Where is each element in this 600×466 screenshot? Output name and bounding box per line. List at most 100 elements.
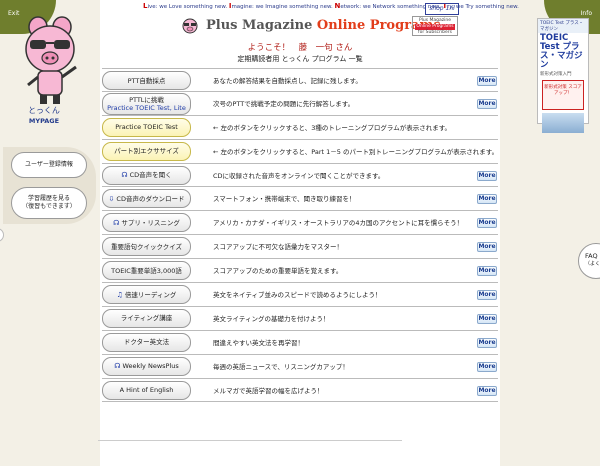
faq-button[interactable]: FAQ （よくある xyxy=(578,243,600,279)
page-subtitle: 定期購読者用 とっくん プログラム 一覧 xyxy=(237,55,363,63)
program-button-line: ☊ CD音声を聞く xyxy=(121,171,171,179)
headphones-icon: ☊ xyxy=(114,362,121,371)
more-button[interactable]: More xyxy=(477,266,497,277)
program-button-line: ドクター英文法 xyxy=(124,338,169,346)
more-button[interactable]: More xyxy=(477,313,497,324)
more-button[interactable]: More xyxy=(477,337,497,348)
shop-label: shop 1nl xyxy=(429,5,455,12)
program-label: ライティング講座 xyxy=(120,314,173,323)
more-button[interactable]: More xyxy=(477,194,497,205)
program-button[interactable]: ☊ Weekly NewsPlus xyxy=(102,356,191,376)
program-button[interactable]: PTT自動採点 xyxy=(102,71,191,90)
more-button[interactable]: More xyxy=(477,170,497,181)
study-history-label: 学習履歴を見る xyxy=(27,195,70,202)
title-plain: Plus Magazine xyxy=(206,18,317,33)
user-info-button[interactable]: ユーザー登録情報 xyxy=(11,152,87,178)
headphones-icon: ☊ xyxy=(113,218,120,227)
user-info-label: ユーザー登録情報 xyxy=(25,161,73,168)
program-row: ドクター英文法 間違えやすい英文法を再学習！ More xyxy=(102,331,498,355)
info-label: Info xyxy=(580,10,592,17)
program-button-line: ☊ サプリ・リスニング xyxy=(113,219,180,227)
program-label: CD音声を聞く xyxy=(129,171,172,180)
program-row: ライティング講座 英文ライティングの基礎力を付けよう！ More xyxy=(102,307,498,331)
download-icon: ⇩ xyxy=(108,194,115,203)
faq-label: FAQ xyxy=(585,252,598,260)
program-button[interactable]: TOEIC重要単語3,000語 xyxy=(102,261,191,281)
program-description: 間違えやすい英文法を再学習！ xyxy=(213,338,304,347)
program-label: サプリ・リスニング xyxy=(121,218,180,227)
program-description: 英文をネイティブ並みのスピードで読めるようにしよう！ xyxy=(213,291,382,300)
program-label: 重要語句クイッククイズ xyxy=(110,242,183,251)
magazine-cover[interactable]: TOEIC Test プラス・マガジン TOEIC Test プラス・マガジン … xyxy=(537,18,589,133)
program-description: スコアアップに不可欠な語彙力をマスター！ xyxy=(213,243,343,252)
program-description: 次号のPTTで挑戦予定の問題に先行解答します。 xyxy=(213,99,355,108)
program-label: PTTLに挑戦 xyxy=(129,95,164,104)
program-button[interactable]: ⇩ CD音声のダウンロード xyxy=(102,189,191,209)
program-label: 倍速リーディング xyxy=(124,290,177,299)
study-history-button[interactable]: 学習履歴を見る （復習もできます） xyxy=(11,187,87,219)
program-button-line: TOEIC重要単語3,000語 xyxy=(111,267,182,275)
program-label: A Hint of English xyxy=(119,386,174,395)
program-description: スコアアップのための重要単語を覚えます。 xyxy=(213,267,343,276)
program-button[interactable]: ☊ サプリ・リスニング xyxy=(102,213,191,233)
program-label: ドクター英文法 xyxy=(123,338,170,347)
program-button[interactable]: ドクター英文法 xyxy=(102,332,191,352)
page-title: Plus Magazine Online Programs xyxy=(206,18,441,33)
program-description: アメリカ・カナダ・イギリス・オーストラリアの4カ国のアクセントに耳を慣らそう！ xyxy=(213,219,464,228)
program-label: TOEIC重要単語3,000語 xyxy=(111,266,182,275)
program-description: 毎週の英語ニュースで、リスニングカアップ！ xyxy=(213,362,349,371)
mascot-pig-icon xyxy=(25,16,77,104)
badge-line3: for Subscribers xyxy=(418,30,452,35)
magazine-subtitle: 新形式対策入門 xyxy=(540,72,572,77)
welcome-message: ようこそ！ 藤 一句 さん xyxy=(247,43,353,53)
program-description: ← 左のボタンをクリックすると、Part 1－5 のパート別トレーニングプログラ… xyxy=(213,147,499,156)
more-button[interactable]: More xyxy=(477,385,497,396)
more-button[interactable]: More xyxy=(477,218,497,229)
program-button-line: 重要語句クイッククイズ xyxy=(111,243,182,251)
program-button[interactable]: パート別エクササイズ xyxy=(102,141,191,161)
program-button-line: PTTLに挑戦 xyxy=(129,96,164,104)
more-button[interactable]: More xyxy=(477,242,497,253)
faq-sublabel: （よくある xyxy=(585,261,600,267)
program-button-line: パート別エクササイズ xyxy=(114,147,179,155)
more-button[interactable]: More xyxy=(477,361,497,372)
subscriber-badge: Plus Magazine Online Programs for Subscr… xyxy=(412,16,458,36)
shop-link[interactable]: shop 1nl xyxy=(425,3,459,15)
program-sublabel: Practice TOEIC Test, Lite xyxy=(107,103,186,112)
tagline: Live: we Love something new. Imagine: we… xyxy=(143,2,519,10)
more-button[interactable]: More xyxy=(477,290,497,301)
program-button[interactable]: A Hint of English xyxy=(102,380,191,400)
program-button-line: ♫ 倍速リーディング xyxy=(117,291,177,299)
magazine-highlight: 新形式対策 スコアアップ！ xyxy=(542,80,584,110)
program-button[interactable]: ♫ 倍速リーディング xyxy=(102,285,191,305)
more-button[interactable]: More xyxy=(477,76,497,86)
headphones-icon: ☊ xyxy=(121,171,128,180)
program-row: パート別エクササイズ ← 左のボタンをクリックすると、Part 1－5 のパート別… xyxy=(102,140,498,164)
study-history-sublabel: （復習もできます） xyxy=(22,203,76,210)
program-button[interactable]: PTTLに挑戦 Practice TOEIC Test, Lite xyxy=(102,92,191,115)
program-description: 英文ライティングの基礎力を付けよう！ xyxy=(213,314,330,323)
mascot-name: とっくん MYPAGE xyxy=(20,106,68,126)
program-button[interactable]: ☊ CD音声を聞く xyxy=(102,165,191,185)
main-content: Live: we Love something new. Imagine: we… xyxy=(100,0,519,466)
program-button[interactable]: ライティング講座 xyxy=(102,308,191,328)
side-edge-decoration xyxy=(0,228,4,242)
program-row: ☊ サプリ・リスニング アメリカ・カナダ・イギリス・オーストラリアの4カ国のアクセン… xyxy=(102,211,498,236)
program-label: Practice TOEIC Test xyxy=(115,123,178,132)
program-row: ⇩ CD音声のダウンロード スマートフォン・携帯端末で、聞き取り練習を！ More xyxy=(102,187,498,212)
program-button-line: Practice TOEIC Test xyxy=(115,123,178,131)
program-row: PTTLに挑戦 Practice TOEIC Test, Lite 次号のPTTで挑… xyxy=(102,92,498,116)
program-label: CD音声のダウンロード xyxy=(116,194,185,203)
more-button[interactable]: More xyxy=(477,98,497,109)
program-list: PTT自動採点 あなたの解答結果を自動採点し、記録に残します。 More PTTLに挑… xyxy=(102,68,498,403)
program-row: TOEIC重要単語3,000語 スコアアップのための重要単語を覚えます。 More xyxy=(102,259,498,284)
tagline-text: ive: we Love something new. xyxy=(147,4,229,10)
program-row: ☊ CD音声を聞く CDに収録された音声をオンラインで聞くことができます。 More xyxy=(102,164,498,188)
program-button[interactable]: 重要語句クイッククイズ xyxy=(102,237,191,257)
tagline-text: magine: we Imagine something new. xyxy=(231,4,335,10)
bottom-divider xyxy=(98,440,402,441)
magazine-title: TOEIC Test プラス・マガジン xyxy=(540,33,583,70)
program-button[interactable]: Practice TOEIC Test xyxy=(102,117,191,137)
program-description: メルマガで英語学習の幅を広げよう！ xyxy=(213,386,324,395)
program-row: ☊ Weekly NewsPlus 毎週の英語ニュースで、リスニングカアップ！ Mor… xyxy=(102,355,498,379)
